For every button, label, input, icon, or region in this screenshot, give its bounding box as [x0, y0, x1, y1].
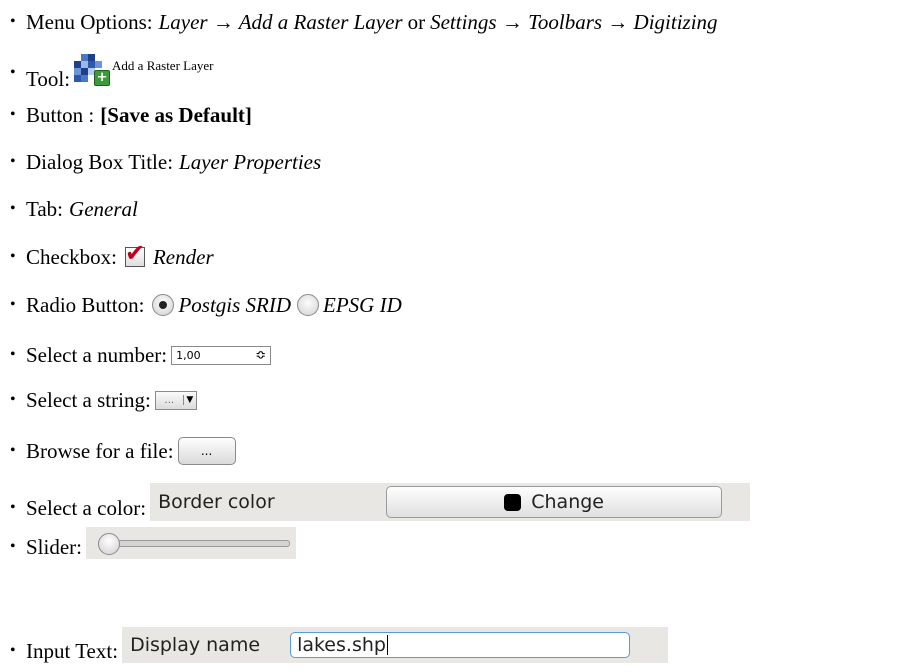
dropdown-arrow-icon[interactable]: ▼ [182, 395, 196, 405]
menu-or: or [407, 10, 426, 34]
list-item-tab: • Tab: General [10, 197, 138, 221]
menu-label: Menu Options: [26, 10, 153, 34]
checkbox-label: Checkbox: [26, 245, 117, 269]
string-label: Select a string: [26, 388, 151, 412]
number-label: Select a number: [26, 343, 168, 367]
list-item-color: • Select a color: Border color Change [10, 483, 751, 527]
spinbox-value: 1,00 [176, 348, 201, 362]
browse-file-button[interactable]: ... [177, 437, 236, 465]
border-color-label: Border color [158, 491, 275, 513]
display-name-input[interactable]: lakes.shp [290, 632, 631, 658]
plus-icon: + [94, 70, 111, 86]
add-raster-layer-icon[interactable]: + [74, 54, 111, 86]
bullet: • [10, 538, 16, 555]
slider-handle[interactable] [98, 533, 120, 555]
bullet: • [10, 346, 16, 363]
tab-general-text: General [69, 197, 138, 221]
button-label: Button : [26, 103, 95, 127]
list-item-browse: • Browse for a file: ... [10, 437, 236, 465]
list-item-checkbox: • Checkbox: ✔ Render [10, 239, 214, 269]
menu-path-1: Layer → Add a Raster Layer [158, 10, 403, 34]
number-spinbox[interactable]: 1,00 ≎ [171, 345, 272, 365]
spin-arrows-icon[interactable]: ≎ [255, 348, 266, 363]
bullet: • [10, 442, 16, 459]
input-row: Display name lakes.shp [122, 627, 669, 663]
render-checkbox[interactable]: ✔ [124, 239, 145, 267]
postgis-srid-radio[interactable] [152, 294, 175, 316]
bullet: • [10, 391, 16, 408]
bullet: • [10, 13, 16, 30]
change-button-text: Change [531, 491, 604, 513]
render-text: Render [152, 245, 214, 269]
string-select-value: ... [164, 394, 175, 406]
radio-selected-dot [159, 301, 168, 309]
list-item-dialog: • Dialog Box Title: Layer Properties [10, 150, 321, 174]
postgis-srid-text: Postgis SRID [178, 293, 292, 317]
display-name-value: lakes.shp [297, 634, 386, 656]
radio-label: Radio Button: [26, 293, 145, 317]
dialog-title-text: Layer Properties [179, 150, 322, 174]
input-label: Input Text: [26, 639, 119, 663]
slider-label: Slider: [26, 535, 82, 559]
dialog-label: Dialog Box Title: [26, 150, 174, 174]
list-item-tool: • Tool: + Add a Raster Layer [10, 54, 213, 91]
epsg-id-text: EPSG ID [323, 293, 402, 317]
display-name-label: Display name [130, 634, 261, 656]
change-color-button[interactable]: Change [386, 486, 723, 518]
epsg-id-radio[interactable] [297, 294, 320, 316]
checkmark-icon: ✔ [124, 239, 146, 267]
list-item-menu: • Menu Options: Layer → Add a Raster Lay… [10, 10, 718, 34]
color-label: Select a color: [26, 496, 147, 520]
save-as-default-button-text: [Save as Default] [100, 103, 252, 127]
menu-path-2: Settings → Toolbars → Digitizing [430, 10, 718, 34]
list-item-number: • Select a number: 1,00 ≎ [10, 343, 272, 367]
bullet: • [10, 248, 16, 265]
tab-label: Tab: [26, 197, 64, 221]
color-swatch [504, 493, 522, 511]
tool-label: Tool: [26, 67, 71, 91]
bullet: • [10, 64, 16, 81]
string-select[interactable]: ... ▼ [154, 390, 197, 410]
color-row: Border color Change [150, 483, 751, 521]
text-caret [386, 635, 388, 655]
slider-track[interactable] [98, 540, 290, 547]
list-item-input: • Input Text: Display name lakes.shp [10, 627, 669, 669]
list-item-button: • Button : [Save as Default] [10, 103, 252, 127]
list-item-radio: • Radio Button: Postgis SRID EPSG ID [10, 293, 402, 317]
bullet: • [10, 642, 16, 659]
tool-caption: Add a Raster Layer [112, 58, 214, 73]
slider-widget[interactable] [86, 527, 296, 559]
bullet: • [10, 106, 16, 123]
list-item-slider: • Slider: [10, 527, 296, 563]
list-item-string: • Select a string: ... ▼ [10, 388, 197, 412]
bullet: • [10, 499, 16, 516]
browse-label: Browse for a file: [26, 439, 174, 463]
bullet: • [10, 296, 16, 313]
browse-button-text: ... [200, 444, 213, 458]
bullet: • [10, 153, 16, 170]
bullet: • [10, 200, 16, 217]
